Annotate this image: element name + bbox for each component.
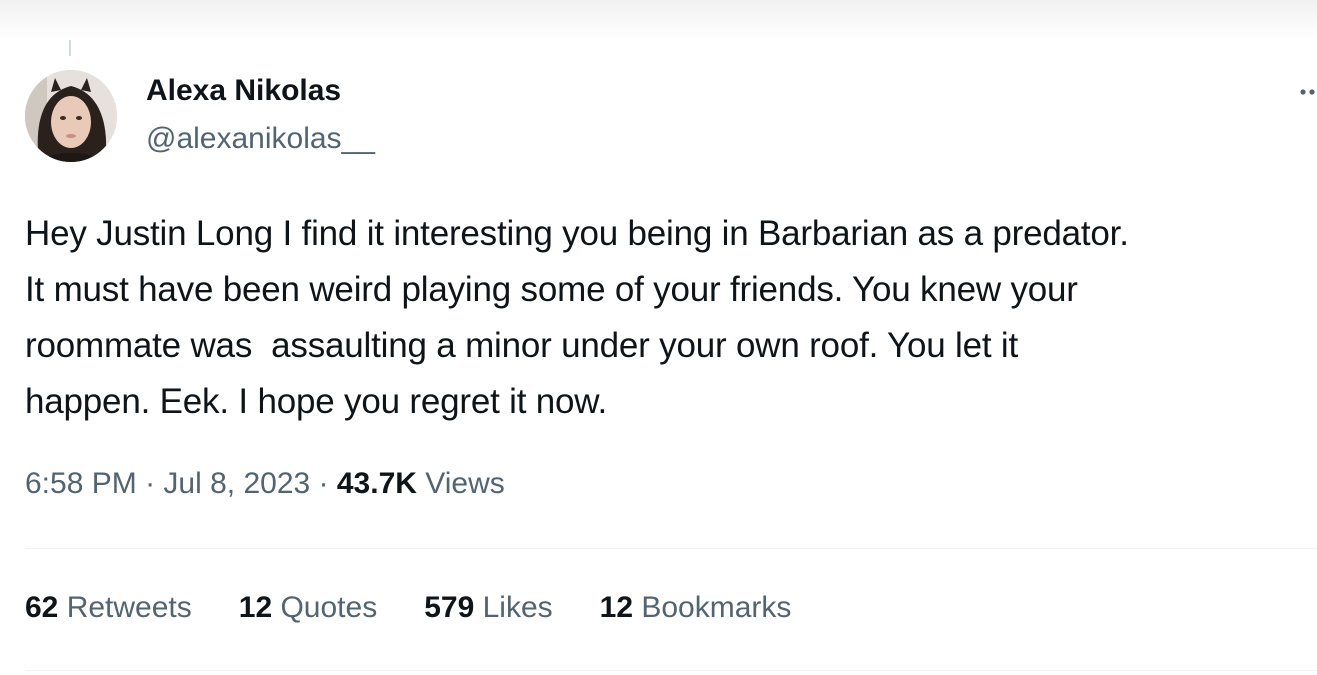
meta-separator: · [136,467,164,500]
author-handle[interactable]: @alexanikolas__ [146,122,375,156]
thread-connector-line [69,40,71,56]
tweet-text: Hey Justin Long I find it interesting yo… [25,214,1129,421]
divider [25,670,1317,671]
bookmarks-label: Bookmarks [633,591,792,624]
more-options-button[interactable] [1296,80,1317,104]
likes-label: Likes [474,591,553,624]
previous-tweet-fade [0,0,1317,40]
bookmarks-stat[interactable]: 12 Bookmarks [600,591,792,625]
avatar-image [25,70,117,162]
avatar[interactable] [25,70,117,162]
retweets-stat[interactable]: 62 Retweets [25,591,192,625]
engagement-stats: 62 Retweets 12 Quotes 579 Likes 12 Bookm… [25,591,791,625]
tweet-date[interactable]: Jul 8, 2023 [163,467,310,500]
views-label: Views [416,467,505,500]
divider [25,548,1317,549]
bookmarks-count: 12 [599,591,634,624]
tweet-meta: 6:58 PM · Jul 8, 2023 · 43.7K Views [25,467,505,501]
likes-count: 579 [424,591,475,624]
author-display-name[interactable]: Alexa Nikolas [146,74,341,108]
likes-stat[interactable]: 579 Likes [424,591,552,625]
views-count: 43.7K [336,467,417,500]
retweets-count: 62 [25,591,59,624]
meta-separator: · [310,467,337,500]
quotes-stat[interactable]: 12 Quotes [239,591,377,625]
retweets-label: Retweets [58,591,192,624]
quotes-label: Quotes [272,591,378,624]
quotes-count: 12 [238,591,273,624]
more-dots-icon [1300,89,1315,95]
tweet-time[interactable]: 6:58 PM [25,467,137,500]
